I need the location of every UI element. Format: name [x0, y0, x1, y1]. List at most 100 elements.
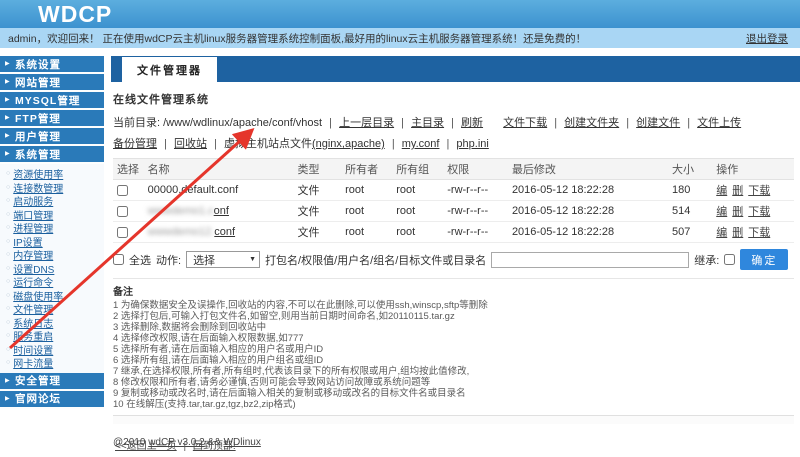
- download-link[interactable]: 下载: [748, 227, 770, 239]
- sidebar-submenu-item[interactable]: ○ 进程管理: [5, 221, 104, 235]
- file-upload-link[interactable]: 文件上传: [697, 117, 741, 129]
- bullet-icon: ○: [6, 224, 10, 231]
- sidebar-main-menu: ▶ 系统设置 ▶ 网站管理 ▶ MYSQL管理 ▶ FTP管理: [0, 56, 104, 162]
- bullet-icon: ○: [6, 197, 10, 204]
- sidebar-menu-button[interactable]: ▶ 官网论坛: [0, 391, 104, 407]
- note-line: 7 继承,在选择权限,所有者,所有组时,代表该目录下的所有权限或用户,组均按此值…: [113, 366, 794, 377]
- select-all-checkbox[interactable]: [113, 254, 124, 265]
- sidebar-menu-button[interactable]: ▶ 网站管理: [0, 74, 104, 90]
- separator: |: [401, 117, 404, 129]
- welcome-message: admin，欢迎回来！ 正在使用wdCP云主机linux服务器管理系统控制面板,…: [8, 31, 586, 46]
- file-name[interactable]: onf: [214, 205, 229, 217]
- backup-manage-link[interactable]: 备份管理: [113, 138, 157, 150]
- file-modified-time: 2016-05-12 18:22:28: [508, 180, 668, 201]
- download-link[interactable]: 下载: [748, 185, 770, 197]
- sidebar-submenu-item[interactable]: ○ 连接数管理: [5, 181, 104, 195]
- target-input-label: 打包名/权限值/用户名/组名/目标文件或目录名: [265, 252, 486, 268]
- back-previous-page-link[interactable]: <<返回上一页: [115, 441, 177, 452]
- main-panel: 文件管理器 在线文件管理系统 当前目录: /www/wdlinux/apache…: [111, 56, 800, 457]
- quick-links-bar: 备份管理 | 回收站 | 虚拟主机站点文件(nginx,apache) | my…: [113, 135, 794, 153]
- note-line: 9 复制或移动或改名时,请在后面输入相关的复制或移动或改名的目标文件名或目录名: [113, 388, 794, 399]
- file-table-body: 00000.default.conf 文件 root root -rw-r--r…: [113, 180, 794, 243]
- sidebar-submenu-item[interactable]: ○ 启动服务: [5, 194, 104, 208]
- file-size: 180: [668, 180, 712, 201]
- note-line: 5 选择所有者,请在后面输入相应的用户名或用户ID: [113, 344, 794, 355]
- separator: |: [626, 117, 629, 129]
- refresh-link[interactable]: 刷新: [461, 117, 483, 129]
- sidebar-submenu-item[interactable]: ○ 内存管理: [5, 248, 104, 262]
- sidebar-menu-button[interactable]: ▶ MYSQL管理: [0, 92, 104, 108]
- delete-link[interactable]: 删: [732, 185, 743, 197]
- myconf-link[interactable]: my.conf: [402, 138, 440, 150]
- action-select[interactable]: 选择 ▼: [186, 251, 260, 268]
- separator: |: [451, 117, 454, 129]
- file-name[interactable]: conf: [214, 226, 235, 238]
- logout-link[interactable]: 退出登录: [746, 31, 788, 46]
- chevron-right-icon: ▶: [5, 60, 11, 67]
- file-download-link[interactable]: 文件下载: [503, 117, 547, 129]
- current-directory-label: 当前目录:: [113, 117, 160, 129]
- sidebar-menu-button[interactable]: ▶ 系统管理: [0, 146, 104, 162]
- sidebar-submenu-label: 网卡流量: [13, 355, 53, 370]
- bullet-icon: ○: [6, 238, 10, 245]
- sidebar-menu-button[interactable]: ▶ 系统设置: [0, 56, 104, 72]
- file-table-header-cell: 操作: [712, 159, 794, 180]
- home-directory-link[interactable]: 主目录: [411, 117, 444, 129]
- confirm-button[interactable]: 确定: [740, 249, 788, 270]
- separator: |: [687, 117, 690, 129]
- file-permissions: -rw-r--r--: [443, 222, 508, 243]
- sidebar: ▶ 系统设置 ▶ 网站管理 ▶ MYSQL管理 ▶ FTP管理: [0, 56, 104, 409]
- vhost-nginx-apache-link[interactable]: (nginx,apache): [312, 138, 385, 150]
- inherit-checkbox[interactable]: [724, 254, 735, 265]
- edit-link[interactable]: 编: [716, 227, 727, 239]
- select-all-label: 全选: [129, 252, 151, 268]
- sidebar-menu-button[interactable]: ▶ FTP管理: [0, 110, 104, 126]
- bullet-icon: ○: [6, 305, 10, 312]
- create-folder-link[interactable]: 创建文件夹: [564, 117, 619, 129]
- file-group: root: [392, 180, 443, 201]
- sidebar-submenu-item[interactable]: ○ 服务重启: [5, 329, 104, 343]
- back-to-top-link[interactable]: 回到顶部!: [193, 441, 236, 452]
- phpini-link[interactable]: php.ini: [456, 138, 488, 150]
- sidebar-submenu-item[interactable]: ○ 资源使用率: [5, 167, 104, 181]
- sidebar-submenu-item[interactable]: ○ 文件管理: [5, 302, 104, 316]
- tab-strip: 文件管理器: [111, 56, 800, 82]
- sidebar-submenu-item[interactable]: ○ 网卡流量: [5, 356, 104, 370]
- sidebar-submenu-item[interactable]: ○ 端口管理: [5, 208, 104, 222]
- row-checkbox[interactable]: [117, 227, 128, 238]
- sidebar-submenu-item[interactable]: ○ IP设置: [5, 235, 104, 249]
- sidebar-menu-button[interactable]: ▶ 安全管理: [0, 373, 104, 389]
- target-name-input[interactable]: [491, 252, 689, 268]
- sidebar-submenu-item[interactable]: ○ 设置DNS: [5, 262, 104, 276]
- tab-file-manager[interactable]: 文件管理器: [122, 57, 217, 82]
- sidebar-submenu-item[interactable]: ○ 运行命令: [5, 275, 104, 289]
- redacted-file-name: wwwdemo12.: [148, 226, 215, 238]
- welcome-bar: admin，欢迎回来！ 正在使用wdCP云主机linux服务器管理系统控制面板,…: [0, 28, 800, 48]
- file-name[interactable]: 00000.default.conf: [148, 184, 239, 196]
- sidebar-submenu-item[interactable]: ○ 磁盘使用率: [5, 289, 104, 303]
- note-line: 2 选择打包后,可输入打包文件名,如留空,则用当前日期时间命名,如2011011…: [113, 311, 794, 322]
- edit-link[interactable]: 编: [716, 206, 727, 218]
- parent-directory-link[interactable]: 上一层目录: [339, 117, 394, 129]
- file-table-header-row: 选择名称类型所有者所有组权限最后修改大小操作: [113, 159, 794, 180]
- file-group: root: [392, 201, 443, 222]
- sidebar-submenu-item[interactable]: ○ 系统日志: [5, 316, 104, 330]
- bullet-icon: ○: [6, 292, 10, 299]
- notes-list: 1 为确保数据安全及误操作,回收站的内容,不可以在此删除,可以使用ssh,win…: [113, 300, 794, 410]
- sidebar-menu-button[interactable]: ▶ 用户管理: [0, 128, 104, 144]
- top-bar: WDCP: [0, 0, 800, 28]
- separator: |: [447, 138, 450, 150]
- recycle-bin-link[interactable]: 回收站: [174, 138, 207, 150]
- delete-link[interactable]: 删: [732, 227, 743, 239]
- delete-link[interactable]: 删: [732, 206, 743, 218]
- redacted-file-name: wwwdemo1.c: [148, 205, 214, 217]
- row-checkbox[interactable]: [117, 206, 128, 217]
- sidebar-submenu-item[interactable]: ○ 时间设置: [5, 343, 104, 357]
- chevron-right-icon: ▶: [5, 395, 11, 402]
- edit-link[interactable]: 编: [716, 185, 727, 197]
- row-checkbox[interactable]: [117, 185, 128, 196]
- download-link[interactable]: 下载: [748, 206, 770, 218]
- separator: |: [214, 138, 217, 150]
- create-file-link[interactable]: 创建文件: [636, 117, 680, 129]
- bullet-icon: ○: [6, 319, 10, 326]
